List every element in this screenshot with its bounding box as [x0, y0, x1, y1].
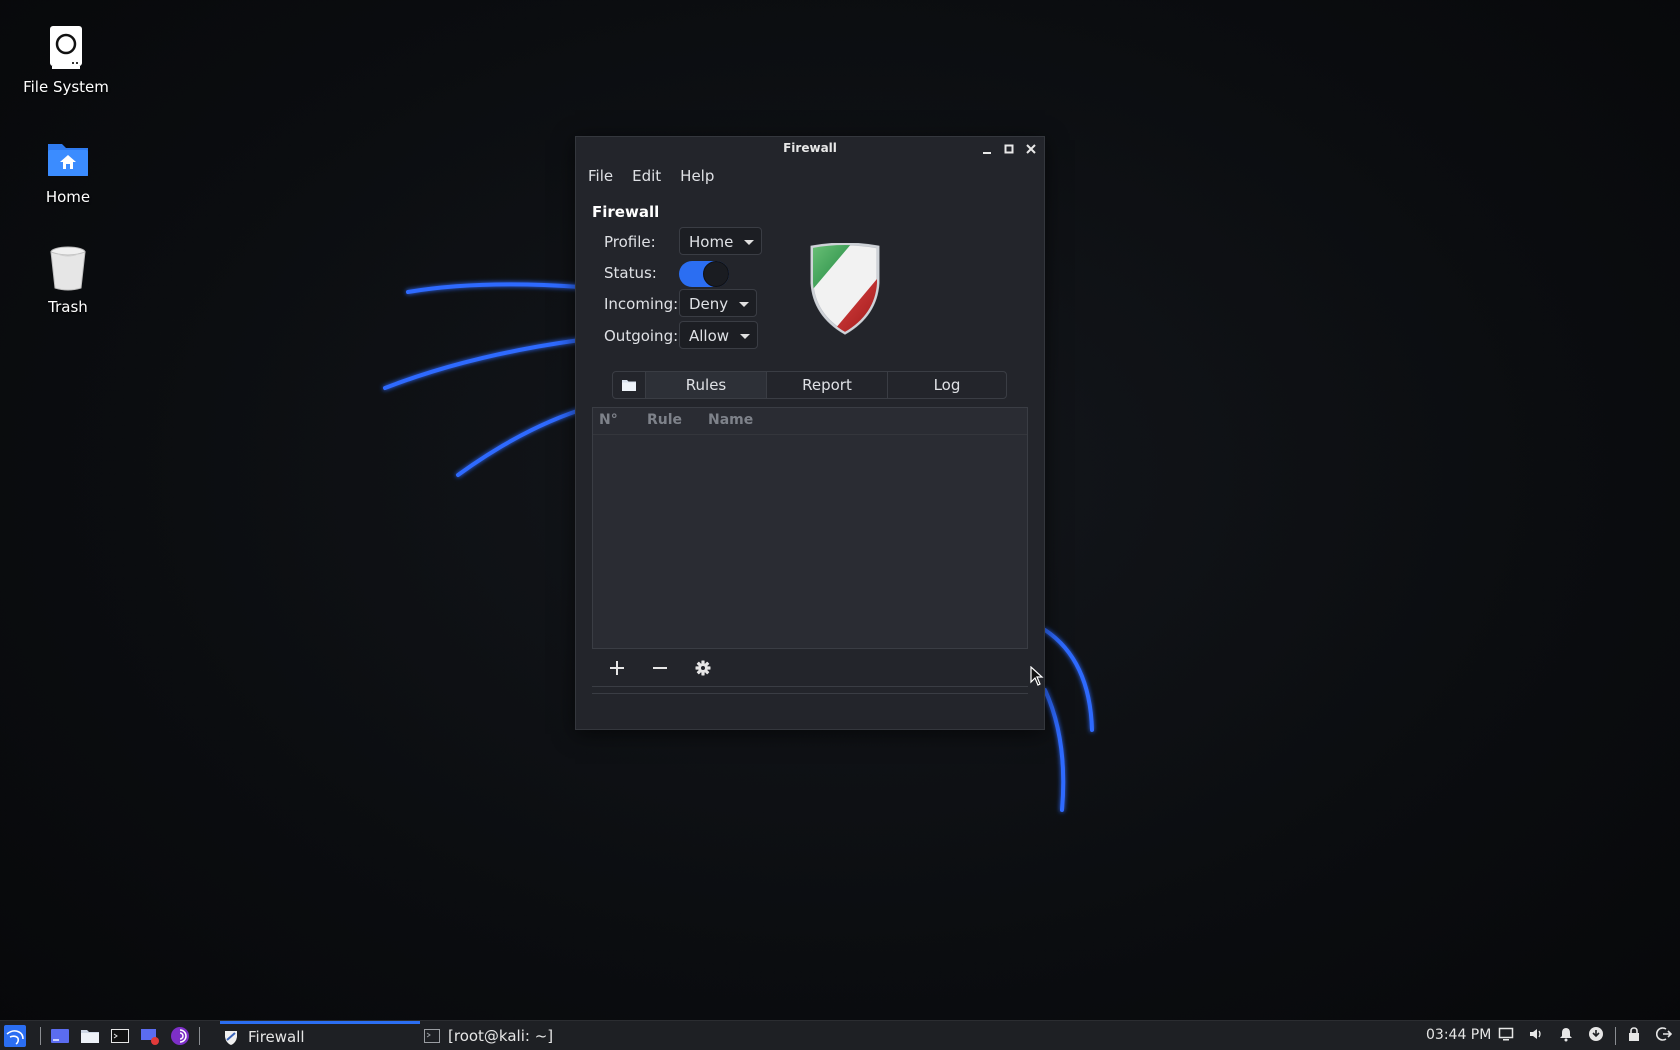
gear-icon — [695, 660, 711, 676]
display-icon — [1498, 1027, 1514, 1041]
folder-icon — [622, 380, 636, 391]
task-terminal[interactable]: [root@kali: ~] — [422, 1021, 582, 1050]
minimize-button[interactable] — [979, 141, 995, 157]
profile-label: Profile: — [604, 233, 656, 251]
tab-log[interactable]: Log — [887, 372, 1006, 398]
terminal-icon — [111, 1029, 129, 1043]
menu-edit[interactable]: Edit — [632, 167, 661, 185]
desktop-icon-label: Home — [45, 188, 91, 206]
separator — [199, 1027, 200, 1045]
desktop-icon-label: Trash — [48, 298, 88, 316]
edit-rule-button[interactable] — [692, 657, 714, 679]
toggle-knob — [703, 261, 729, 287]
view-tabs: Rules Report Log — [612, 371, 1007, 399]
firewall-window: Firewall File Edit Help Firewall Profile… — [575, 136, 1045, 730]
desktop-icon-file-system[interactable]: File System — [6, 24, 126, 96]
update-icon — [1589, 1027, 1603, 1041]
status-label: Status: — [604, 264, 657, 282]
clock[interactable]: 03:44 PM — [1426, 1027, 1491, 1043]
chevron-down-icon — [744, 240, 755, 245]
profile-dropdown[interactable]: Home — [679, 227, 763, 255]
separator — [1615, 1027, 1616, 1045]
drive-icon — [42, 24, 90, 72]
outgoing-dropdown[interactable]: Allow — [679, 321, 759, 349]
minus-icon — [653, 667, 667, 669]
desktop-icon-home[interactable]: Home — [8, 134, 128, 206]
tor-browser-launcher[interactable] — [170, 1026, 190, 1046]
separator — [40, 1027, 41, 1045]
task-firewall[interactable]: Firewall — [220, 1021, 420, 1050]
desktop-icon — [51, 1029, 69, 1043]
screen-record-icon — [141, 1029, 159, 1045]
logout-button[interactable] — [1654, 1026, 1674, 1046]
outgoing-label: Outgoing: — [604, 327, 679, 345]
maximize-button[interactable] — [1001, 141, 1017, 157]
menu-bar: File Edit Help — [576, 161, 1044, 191]
mouse-cursor-icon — [1030, 666, 1044, 686]
tab-folder[interactable] — [613, 372, 645, 398]
logout-icon — [1655, 1027, 1673, 1041]
menu-help[interactable]: Help — [680, 167, 714, 185]
minimize-icon — [983, 152, 991, 154]
status-bar-divider — [592, 693, 1028, 694]
lock-screen-button[interactable] — [1624, 1026, 1644, 1046]
rules-table: N° Rule Name — [592, 407, 1028, 649]
trash-icon — [44, 244, 92, 292]
file-manager-launcher[interactable] — [80, 1026, 100, 1046]
close-icon — [1026, 144, 1036, 154]
kali-menu-button[interactable] — [4, 1025, 26, 1047]
lock-icon — [1629, 1027, 1639, 1041]
tab-rules[interactable]: Rules — [645, 372, 766, 398]
incoming-dropdown[interactable]: Deny — [679, 289, 758, 317]
kali-logo-icon — [4, 1025, 26, 1047]
shield-icon — [225, 1031, 237, 1045]
incoming-value: Deny — [689, 295, 729, 313]
volume-tray-button[interactable] — [1526, 1026, 1546, 1046]
volume-icon — [1530, 1029, 1541, 1039]
menu-file[interactable]: File — [588, 167, 613, 185]
outgoing-value: Allow — [689, 327, 730, 345]
desktop-icon-trash[interactable]: Trash — [8, 244, 128, 316]
column-header-name[interactable]: Name — [708, 412, 753, 428]
folder-icon — [81, 1030, 99, 1043]
column-header-number[interactable]: N° — [599, 412, 618, 428]
plus-icon — [610, 661, 624, 675]
notifications-tray-button[interactable] — [1556, 1026, 1576, 1046]
maximize-icon — [1004, 144, 1014, 154]
status-toggle[interactable] — [679, 261, 729, 287]
window-titlebar[interactable]: Firewall — [576, 137, 1044, 161]
rules-toolbar — [592, 649, 1028, 687]
bell-icon — [1560, 1028, 1572, 1042]
incoming-label: Incoming: — [604, 295, 679, 313]
close-button[interactable] — [1023, 141, 1039, 157]
task-label: [root@kali: ~] — [448, 1027, 554, 1045]
chevron-down-icon — [740, 334, 751, 339]
table-header: N° Rule Name — [593, 408, 1027, 435]
screen-recorder-launcher[interactable] — [140, 1026, 160, 1046]
profile-value: Home — [689, 233, 734, 251]
desktop-icon-label: File System — [23, 78, 109, 96]
display-tray-button[interactable] — [1496, 1026, 1516, 1046]
home-folder-icon — [44, 134, 92, 182]
tab-report[interactable]: Report — [766, 372, 887, 398]
remove-rule-button[interactable] — [649, 657, 671, 679]
updates-tray-button[interactable] — [1586, 1026, 1606, 1046]
show-desktop-launcher[interactable] — [50, 1026, 70, 1046]
chevron-down-icon — [739, 302, 750, 307]
task-label: Firewall — [248, 1028, 305, 1046]
terminal-launcher[interactable] — [110, 1026, 130, 1046]
window-title: Firewall — [783, 141, 837, 155]
column-header-rule[interactable]: Rule — [647, 412, 682, 428]
add-rule-button[interactable] — [606, 657, 628, 679]
section-title: Firewall — [592, 203, 660, 221]
tor-icon — [171, 1027, 189, 1045]
shield-icon — [810, 243, 880, 335]
terminal-icon — [424, 1029, 440, 1043]
taskbar: Firewall [root@kali: ~] 03:44 PM — [0, 1020, 1680, 1050]
